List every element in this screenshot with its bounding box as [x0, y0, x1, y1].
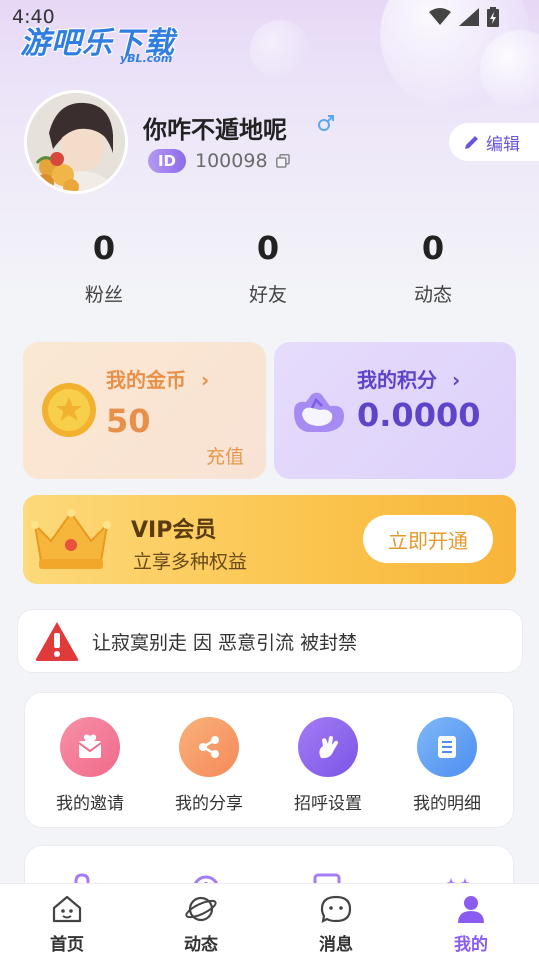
watermark-logo: 游吧乐下载 yBL.com	[20, 18, 175, 65]
menu-grid: 我的邀请 我的分享 招呼设置 我的明细	[24, 692, 514, 828]
stat-fans-label: 粉丝	[84, 284, 123, 306]
menu-label-detail: 我的明细	[413, 794, 481, 814]
stat-posts[interactable]: 0 动态	[373, 228, 493, 307]
profile-icon	[458, 896, 484, 923]
menu-item-invite[interactable]: 我的邀请	[35, 717, 145, 814]
menu-item-greeting[interactable]: 招呼设置	[273, 717, 383, 814]
points-value: 0.0000	[357, 396, 481, 434]
stat-friends-value: 0	[256, 229, 280, 267]
vip-card[interactable]: VIP会员 立享多种权益 立即开通	[23, 495, 516, 584]
greeting-icon	[298, 717, 358, 777]
planet-icon	[185, 896, 217, 922]
invite-icon	[60, 717, 120, 777]
stat-friends-label: 好友	[248, 284, 287, 306]
tab-feed-label: 动态	[184, 935, 218, 955]
stats-row: 0 粉丝 0 好友 0 动态	[22, 228, 517, 308]
tab-home[interactable]: 首页	[27, 894, 107, 955]
menu-label-greeting: 招呼设置	[294, 794, 362, 814]
coin-icon	[42, 383, 96, 437]
message-icon	[320, 895, 352, 923]
vip-title: VIP会员	[131, 518, 217, 543]
menu-item-share[interactable]: 我的分享	[154, 717, 264, 814]
vip-open-button[interactable]: 立即开通	[363, 515, 493, 563]
edit-profile-button[interactable]: 编辑	[449, 123, 539, 161]
stat-posts-value: 0	[421, 229, 445, 267]
points-title: 我的积分 ›	[357, 368, 461, 392]
tab-profile-label: 我的	[454, 935, 488, 955]
crown-icon	[31, 509, 111, 569]
menu-item-detail[interactable]: 我的明细	[392, 717, 502, 814]
id-badge: ID	[148, 149, 186, 173]
wifi-icon	[429, 8, 451, 25]
avatar[interactable]	[24, 90, 128, 194]
points-icon	[294, 392, 344, 432]
watermark-subtext: yBL.com	[120, 52, 173, 65]
notice-text: 让寂寞别走 因 恶意引流 被封禁	[92, 632, 358, 654]
points-card[interactable]: 我的积分 › 0.0000	[274, 342, 516, 479]
menu-label-invite: 我的邀请	[56, 794, 124, 814]
battery-icon	[487, 7, 499, 27]
stat-posts-label: 动态	[413, 284, 452, 306]
tab-messages[interactable]: 消息	[296, 894, 376, 955]
user-id: 100098	[195, 150, 268, 172]
pencil-icon	[465, 136, 478, 149]
stat-friends[interactable]: 0 好友	[208, 228, 328, 307]
coins-card[interactable]: 我的金币 › 50 充值	[23, 342, 266, 479]
chevron-right-icon: ›	[451, 368, 461, 392]
bottom-tab-bar: 首页 动态 消息 我的	[0, 883, 539, 958]
male-icon	[318, 115, 334, 131]
signal-icon	[459, 8, 479, 26]
tab-profile[interactable]: 我的	[431, 894, 511, 955]
share-icon	[179, 717, 239, 777]
detail-icon	[417, 717, 477, 777]
recharge-button[interactable]: 充值	[206, 442, 244, 469]
chevron-right-icon: ›	[200, 368, 210, 392]
edit-label: 编辑	[486, 134, 520, 155]
warning-icon	[35, 622, 79, 661]
home-icon	[52, 895, 82, 923]
stat-fans[interactable]: 0 粉丝	[44, 228, 164, 307]
vip-subtitle: 立享多种权益	[133, 551, 248, 573]
ban-notice: 让寂寞别走 因 恶意引流 被封禁	[17, 609, 523, 673]
coins-value: 50	[106, 402, 151, 440]
menu-label-share: 我的分享	[175, 794, 243, 814]
tab-messages-label: 消息	[319, 935, 353, 955]
user-name: 你咋不遁地呢	[143, 116, 287, 144]
tab-feed[interactable]: 动态	[161, 894, 241, 955]
tab-home-label: 首页	[50, 935, 84, 955]
status-icons	[429, 7, 499, 27]
coins-title: 我的金币 ›	[106, 368, 210, 392]
stat-fans-value: 0	[92, 229, 116, 267]
copy-icon[interactable]	[276, 154, 290, 168]
